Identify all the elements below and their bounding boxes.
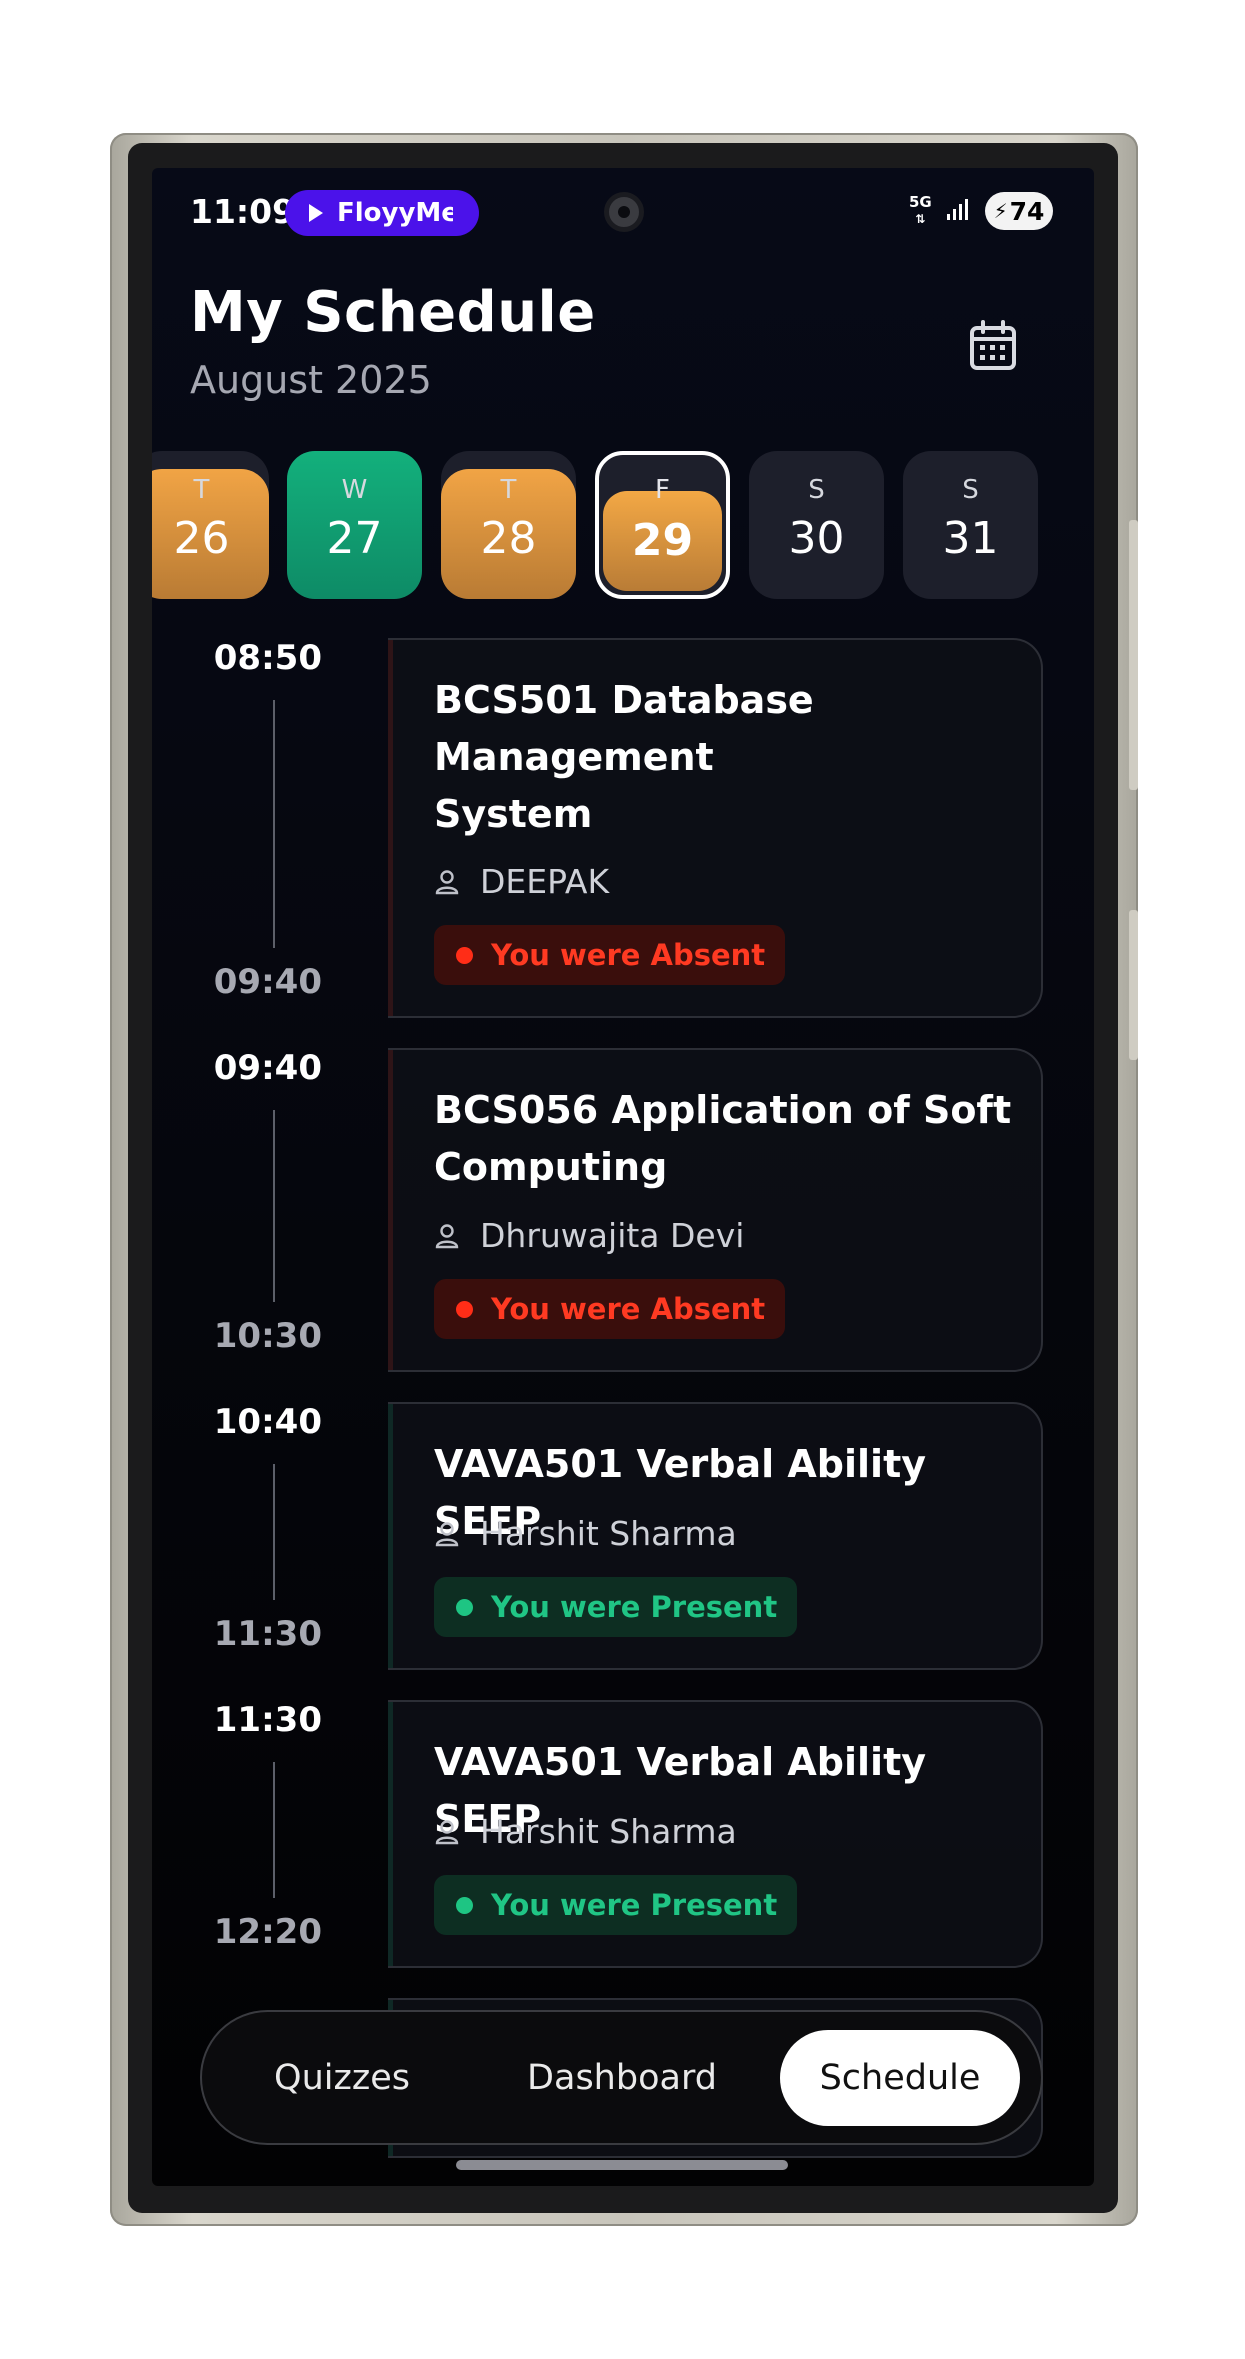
attendance-badge: You were Present (434, 1875, 798, 1935)
class-slot: 09:40 10:30 BCS056 Application of Soft C… (152, 1048, 1094, 1372)
end-time: 12:20 (213, 1912, 322, 1952)
nav-schedule[interactable]: Schedule (780, 2030, 1020, 2126)
nav-quizzes[interactable]: Quizzes (232, 2030, 452, 2126)
start-time: 11:30 (213, 1700, 322, 1740)
teacher-row: Dhruwajita Devi (434, 1216, 744, 1255)
teacher-row: Harshit Sharma (434, 1514, 737, 1553)
day-of-week: S (962, 475, 979, 505)
status-dot (456, 1896, 473, 1914)
end-time: 09:40 (213, 962, 322, 1002)
day-of-week: T (500, 475, 517, 505)
teacher-row: Harshit Sharma (434, 1812, 737, 1851)
day-strip: T 26 W 27 T 28 F 29 S 30 S 31 (152, 451, 1094, 599)
teacher-row: DEEPAK (434, 862, 609, 901)
network-type-label: 5G (909, 193, 932, 211)
status-time: 11:09 (190, 192, 296, 231)
person-icon (435, 869, 459, 894)
charging-icon: ⚡ (993, 199, 1008, 223)
class-card[interactable]: BCS501 Database Management System DEEPAK… (388, 638, 1043, 1018)
day-number: 26 (173, 513, 230, 564)
day-number: 30 (788, 513, 845, 564)
schedule-timeline: 08:50 09:40 BCS501 Database Management S… (152, 638, 1094, 2158)
screen: 11:09 FloyyMer 5G ⇅ ⚡ 74 My Schedule Aug… (152, 168, 1094, 2186)
course-title: BCS056 Application of Soft Computing (434, 1088, 1012, 1189)
time-connector (273, 1464, 275, 1600)
day-number: 31 (942, 513, 999, 564)
status-bar: 11:09 FloyyMer 5G ⇅ ⚡ 74 (152, 168, 1094, 258)
course-title: BCS501 Database Management System (434, 678, 814, 836)
end-time: 11:30 (213, 1614, 322, 1654)
attendance-status: You were Present (491, 1888, 778, 1922)
status-dot (456, 1598, 473, 1616)
day-chip-31[interactable]: S 31 (903, 451, 1038, 599)
bottom-nav: Quizzes Dashboard Schedule (200, 2010, 1043, 2145)
start-time: 08:50 (213, 638, 322, 678)
attendance-badge: You were Present (434, 1577, 798, 1637)
month-label: August 2025 (190, 358, 432, 402)
person-icon (435, 1521, 459, 1546)
calendar-icon (970, 320, 1016, 370)
day-of-week: T (193, 475, 210, 505)
power-button (1129, 910, 1138, 1060)
teacher-name: Harshit Sharma (480, 1514, 737, 1553)
network-type-badge: 5G ⇅ (909, 194, 932, 227)
day-of-week: S (808, 475, 825, 505)
status-dot (456, 946, 473, 964)
person-icon (435, 1223, 459, 1248)
battery-indicator: ⚡ 74 (985, 192, 1053, 230)
class-slot: 08:50 09:40 BCS501 Database Management S… (152, 638, 1094, 1018)
media-app-label: FloyyMer (337, 198, 453, 228)
volume-button (1129, 520, 1138, 790)
day-of-week: F (655, 475, 670, 505)
class-slot: 10:40 11:30 VAVA501 Verbal Ability SEEP … (152, 1402, 1094, 1670)
day-number: 28 (480, 513, 537, 564)
attendance-badge: You were Absent (434, 925, 786, 985)
day-chip-27[interactable]: W 27 (287, 451, 422, 599)
status-dot (456, 1300, 473, 1318)
teacher-name: DEEPAK (480, 862, 610, 901)
day-chip-28[interactable]: T 28 (441, 451, 576, 599)
teacher-name: Dhruwajita Devi (480, 1216, 745, 1255)
person-icon (435, 1819, 459, 1844)
battery-level: 74 (1009, 196, 1045, 226)
class-slot: 11:30 12:20 VAVA501 Verbal Ability SEEP … (152, 1700, 1094, 1968)
day-chip-26[interactable]: T 26 (152, 451, 269, 599)
time-connector (273, 1110, 275, 1302)
time-connector (273, 1762, 275, 1898)
page-title: My Schedule (190, 280, 596, 345)
day-chip-29-selected[interactable]: F 29 (595, 451, 730, 599)
day-number: 27 (326, 513, 383, 564)
day-chip-30[interactable]: S 30 (749, 451, 884, 599)
class-card[interactable]: VAVA501 Verbal Ability SEEP Harshit Shar… (388, 1402, 1043, 1670)
data-arrows-icon: ⇅ (915, 212, 926, 226)
start-time: 09:40 (213, 1048, 322, 1088)
attendance-badge: You were Absent (434, 1279, 786, 1339)
teacher-name: Harshit Sharma (480, 1812, 737, 1851)
nav-dashboard[interactable]: Dashboard (502, 2030, 742, 2126)
home-indicator[interactable] (456, 2160, 788, 2170)
calendar-button[interactable] (957, 310, 1029, 382)
signal-icon (947, 199, 968, 220)
attendance-status: You were Absent (491, 938, 766, 972)
time-connector (273, 700, 275, 948)
class-card[interactable]: BCS056 Application of Soft Computing Dhr… (388, 1048, 1043, 1372)
media-playing-pill[interactable]: FloyyMer (285, 190, 479, 236)
day-number: 29 (631, 515, 694, 566)
day-of-week: W (341, 475, 368, 505)
class-card[interactable]: VAVA501 Verbal Ability SEEP Harshit Shar… (388, 1700, 1043, 1968)
front-camera (604, 192, 644, 232)
end-time: 10:30 (213, 1316, 322, 1356)
start-time: 10:40 (213, 1402, 322, 1442)
play-icon (309, 204, 323, 222)
attendance-status: You were Present (491, 1590, 778, 1624)
attendance-status: You were Absent (491, 1292, 766, 1326)
